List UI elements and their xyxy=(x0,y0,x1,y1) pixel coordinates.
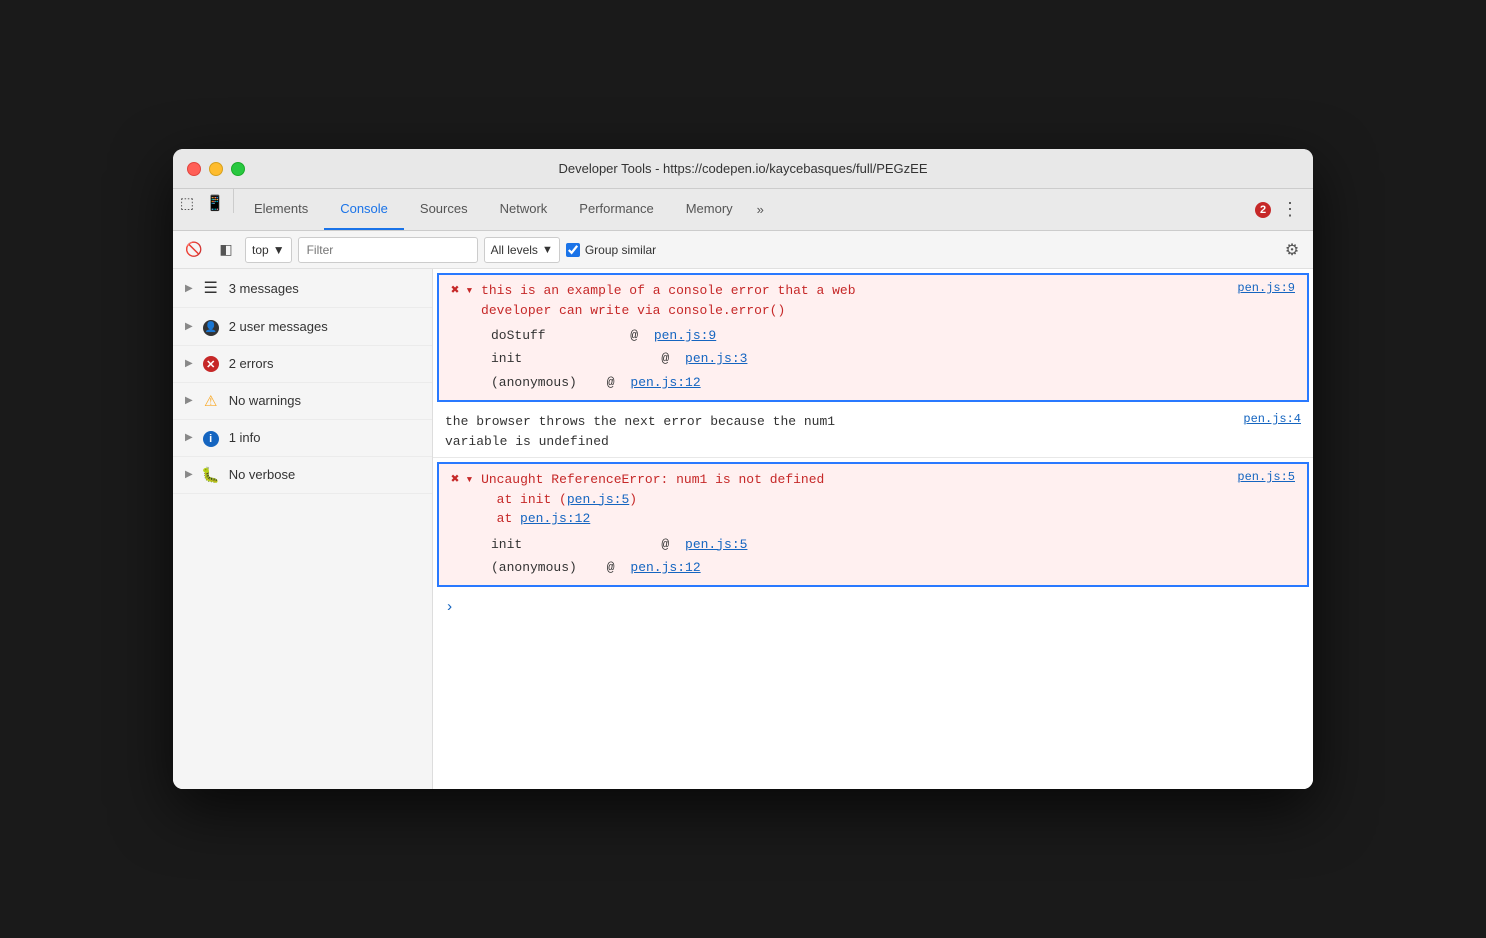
stack-fn-1c: (anonymous) xyxy=(491,371,591,394)
sidebar-item-messages[interactable]: ▶ ☰ 3 messages xyxy=(173,269,432,308)
error2-inline-link1[interactable]: pen.js:5 xyxy=(567,492,629,507)
error2-stack: init @ pen.js:5 (anonymous) @ pen.js:12 xyxy=(451,533,1295,580)
stack-link-2b[interactable]: pen.js:12 xyxy=(630,556,700,579)
sidebar-messages-label: 3 messages xyxy=(229,281,422,296)
three-dot-menu-button[interactable]: ⋮ xyxy=(1277,197,1303,223)
sidebar-item-verbose[interactable]: ▶ 🐛 No verbose xyxy=(173,457,432,494)
sidebar-item-user-messages[interactable]: ▶ 👤 2 user messages xyxy=(173,308,432,346)
console-toolbar: 🚫 ◧ top ▼ All levels ▼ Group similar ⚙ xyxy=(173,231,1313,269)
maximize-button[interactable] xyxy=(231,162,245,176)
error1-location[interactable]: pen.js:9 xyxy=(1237,281,1295,295)
verbose-icon: 🐛 xyxy=(201,466,221,484)
stack-row-2a: init @ pen.js:5 xyxy=(491,533,1295,556)
prompt-chevron-icon: › xyxy=(445,599,454,616)
sidebar-toggle-button[interactable]: ◧ xyxy=(213,237,239,263)
clear-console-button[interactable]: 🚫 xyxy=(181,237,207,263)
list-icon: ☰ xyxy=(201,278,221,298)
stack-row-1b: init @ pen.js:3 xyxy=(491,347,1295,370)
sidebar-arrow-messages: ▶ xyxy=(185,283,193,294)
traffic-lights xyxy=(187,162,245,176)
context-select[interactable]: top ▼ xyxy=(245,237,292,263)
info-row-1: the browser throws the next error becaus… xyxy=(445,412,1301,451)
stack-fn-2b: (anonymous) xyxy=(491,556,591,579)
minimize-button[interactable] xyxy=(209,162,223,176)
error-icon-1: ✖ xyxy=(451,282,459,299)
stack-fn-2a: init xyxy=(491,533,591,556)
error2-message: Uncaught ReferenceError: num1 is not def… xyxy=(465,472,824,526)
error-icon-2: ✖ xyxy=(451,471,459,488)
sidebar-errors-label: 2 errors xyxy=(229,356,422,371)
context-label: top xyxy=(252,243,269,257)
group-similar-label: Group similar xyxy=(585,243,656,257)
tab-more[interactable]: » xyxy=(749,189,772,230)
tab-elements[interactable]: Elements xyxy=(238,189,324,230)
tab-sources[interactable]: Sources xyxy=(404,189,484,230)
stack-row-2b: (anonymous) @ pen.js:12 xyxy=(491,556,1295,579)
window-title: Developer Tools - https://codepen.io/kay… xyxy=(173,161,1313,176)
stack-row-1a: doStuff @ pen.js:9 xyxy=(491,324,1295,347)
sidebar-arrow-errors: ▶ xyxy=(185,358,193,369)
console-row-2: ✖ ▾ Uncaught ReferenceError: num1 is not… xyxy=(451,470,1295,529)
console-row-1: ✖ ▾ this is an example of a console erro… xyxy=(451,281,1295,320)
info-icon: i xyxy=(201,429,221,447)
group-similar-checkbox[interactable] xyxy=(566,243,580,257)
sidebar-arrow-info: ▶ xyxy=(185,432,193,443)
stack-link-1a[interactable]: pen.js:9 xyxy=(654,324,716,347)
tab-memory[interactable]: Memory xyxy=(670,189,749,230)
group-similar-wrap: Group similar xyxy=(566,243,656,257)
tab-network[interactable]: Network xyxy=(484,189,564,230)
sidebar-info-label: 1 info xyxy=(229,430,422,445)
stack-link-1c[interactable]: pen.js:12 xyxy=(630,371,700,394)
stack-fn-1a: doStuff xyxy=(491,324,591,347)
error1-message: this is an example of a console error th… xyxy=(465,283,855,318)
error2-inline-link2[interactable]: pen.js:12 xyxy=(520,511,590,526)
stack-row-1c: (anonymous) @ pen.js:12 xyxy=(491,371,1295,394)
tab-performance[interactable]: Performance xyxy=(563,189,669,230)
levels-chevron-icon: ▼ xyxy=(542,244,553,256)
context-chevron-icon: ▼ xyxy=(273,243,285,257)
main-layout: ▶ ☰ 3 messages ▶ 👤 2 user messages ▶ ✕ 2… xyxy=(173,269,1313,789)
tab-divider xyxy=(233,189,234,213)
console-error-entry-2: ✖ ▾ Uncaught ReferenceError: num1 is not… xyxy=(437,462,1309,587)
console-output: ✖ ▾ this is an example of a console erro… xyxy=(433,269,1313,789)
sidebar-user-messages-label: 2 user messages xyxy=(229,319,422,334)
console-info-entry-1: the browser throws the next error becaus… xyxy=(433,406,1313,458)
error-icon: ✕ xyxy=(201,355,221,373)
close-button[interactable] xyxy=(187,162,201,176)
tab-console[interactable]: Console xyxy=(324,189,404,230)
error1-stack: doStuff @ pen.js:9 init @ pen.js:3 (anon… xyxy=(451,324,1295,394)
sidebar-warnings-label: No warnings xyxy=(229,393,422,408)
levels-select[interactable]: All levels ▼ xyxy=(484,237,560,263)
sidebar-verbose-label: No verbose xyxy=(229,467,422,482)
tab-bar: ⬚ 📱 Elements Console Sources Network Per… xyxy=(173,189,1313,231)
console-sidebar: ▶ ☰ 3 messages ▶ 👤 2 user messages ▶ ✕ 2… xyxy=(173,269,433,789)
devtools-window: Developer Tools - https://codepen.io/kay… xyxy=(173,149,1313,789)
device-toggle-button[interactable]: 📱 xyxy=(201,189,229,217)
error-count-badge: 2 xyxy=(1255,202,1271,218)
levels-label: All levels xyxy=(491,243,538,257)
sidebar-arrow-warnings: ▶ xyxy=(185,395,193,406)
sidebar-item-info[interactable]: ▶ i 1 info xyxy=(173,420,432,457)
sidebar-arrow-verbose: ▶ xyxy=(185,469,193,480)
stack-link-1b[interactable]: pen.js:3 xyxy=(685,347,747,370)
stack-fn-1b: init xyxy=(491,347,591,370)
sidebar-item-errors[interactable]: ▶ ✕ 2 errors xyxy=(173,346,432,383)
error2-location[interactable]: pen.js:5 xyxy=(1237,470,1295,484)
warning-icon: ⚠ xyxy=(201,392,221,410)
filter-input[interactable] xyxy=(298,237,478,263)
titlebar: Developer Tools - https://codepen.io/kay… xyxy=(173,149,1313,189)
error-badge-area: 2 ⋮ xyxy=(1255,189,1313,230)
console-error-entry-1: ✖ ▾ this is an example of a console erro… xyxy=(437,273,1309,402)
sidebar-item-warnings[interactable]: ▶ ⚠ No warnings xyxy=(173,383,432,420)
console-prompt[interactable]: › xyxy=(433,591,1313,624)
info1-location[interactable]: pen.js:4 xyxy=(1243,412,1301,426)
info1-message: the browser throws the next error becaus… xyxy=(445,412,835,451)
stack-link-2a[interactable]: pen.js:5 xyxy=(685,533,747,556)
inspect-element-button[interactable]: ⬚ xyxy=(173,189,201,217)
sidebar-arrow-user: ▶ xyxy=(185,321,193,332)
settings-button[interactable]: ⚙ xyxy=(1279,237,1305,263)
user-icon: 👤 xyxy=(201,317,221,336)
